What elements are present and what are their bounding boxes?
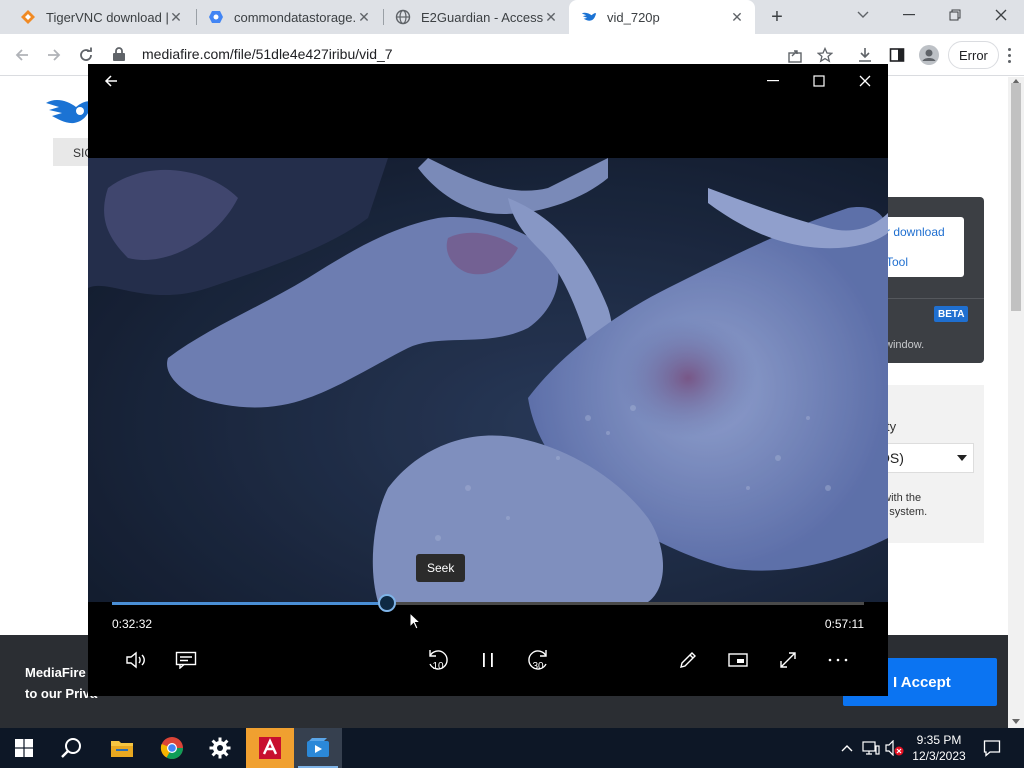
mouse-cursor-icon	[409, 611, 422, 635]
player-back-button[interactable]	[100, 70, 122, 92]
tab-title: E2Guardian - Access D	[421, 9, 543, 25]
player-close-button[interactable]	[852, 68, 878, 94]
page-scrollbar[interactable]	[1008, 77, 1024, 728]
player-maximize-button[interactable]	[806, 68, 832, 94]
tigervnc-icon	[20, 9, 36, 25]
video-frame[interactable]	[88, 158, 888, 602]
tab-e2guardian[interactable]: E2Guardian - Access D ✕	[383, 0, 569, 34]
screen: TigerVNC download | ✕ commondatastorage.…	[0, 0, 1024, 768]
chevron-down-icon	[957, 455, 967, 461]
download-link[interactable]: r download	[886, 225, 945, 239]
windows-taskbar: 9:35 PM 12/3/2023	[0, 728, 1024, 768]
back-button[interactable]	[8, 41, 36, 69]
settings-gear-icon[interactable]	[196, 728, 244, 768]
more-options-icon[interactable]	[822, 644, 854, 676]
skip-forward-30-icon[interactable]: 30	[522, 644, 554, 676]
clock-time: 9:35 PM	[916, 733, 962, 747]
mediafire-icon	[581, 9, 597, 25]
network-icon[interactable]	[860, 728, 882, 768]
tab-search-icon[interactable]	[840, 0, 886, 30]
restore-window-button[interactable]	[932, 0, 978, 30]
media-player-window: Seek 0:32:32 0:57:11 10 30	[88, 64, 888, 696]
taskbar-clock[interactable]: 9:35 PM 12/3/2023	[904, 732, 974, 764]
edit-pencil-icon[interactable]	[672, 644, 704, 676]
skip-back-10-icon[interactable]: 10	[422, 644, 454, 676]
skip-forward-label: 30	[532, 661, 544, 672]
close-tab-icon[interactable]: ✕	[543, 9, 559, 25]
globe-icon	[395, 9, 411, 25]
mini-view-icon[interactable]	[722, 644, 754, 676]
subtitles-icon[interactable]	[170, 644, 202, 676]
browser-tab-strip: TigerVNC download | ✕ commondatastorage.…	[0, 0, 1024, 34]
tab-commondatastorage[interactable]: commondatastorage.g ✕	[196, 0, 382, 34]
tab-tigervnc[interactable]: TigerVNC download | ✕	[8, 0, 194, 34]
start-windows-icon[interactable]	[0, 728, 48, 768]
chrome-icon[interactable]	[148, 728, 196, 768]
cookie-line1: MediaFire	[25, 665, 86, 680]
minimize-window-button[interactable]	[886, 0, 932, 30]
tool-link[interactable]: Tool	[886, 255, 908, 269]
close-tab-icon[interactable]: ✕	[168, 9, 184, 25]
tab-title: TigerVNC download |	[46, 9, 168, 25]
file-explorer-icon[interactable]	[98, 728, 146, 768]
seek-bar[interactable]	[112, 594, 864, 612]
beta-badge: BETA	[934, 306, 969, 322]
google-cloud-icon	[208, 9, 224, 25]
notifications-icon[interactable]	[980, 728, 1004, 768]
tab-title: vid_720p	[607, 9, 660, 25]
browser-menu-icon[interactable]	[1000, 43, 1018, 67]
fullscreen-icon[interactable]	[772, 644, 804, 676]
cookie-line2[interactable]: to our Priva	[25, 683, 97, 704]
new-tab-button[interactable]: +	[764, 5, 790, 29]
profile-avatar-icon[interactable]	[916, 42, 942, 68]
lock-icon	[112, 46, 128, 62]
seek-tooltip: Seek	[416, 554, 466, 582]
close-tab-icon[interactable]: ✕	[356, 9, 372, 25]
show-hidden-icons-chevron-icon[interactable]	[838, 728, 856, 768]
volume-icon[interactable]	[120, 644, 152, 676]
seek-bar-thumb[interactable]	[378, 594, 397, 612]
search-icon[interactable]	[48, 728, 96, 768]
scroll-down-arrow-icon[interactable]	[1012, 719, 1020, 724]
player-controls: 0:32:32 0:57:11 10 30	[88, 594, 888, 696]
close-window-button[interactable]	[978, 0, 1024, 30]
skip-back-label: 10	[432, 661, 444, 672]
player-title-bar	[88, 64, 888, 98]
forward-button[interactable]	[40, 41, 68, 69]
current-time: 0:32:32	[112, 617, 153, 631]
player-minimize-button[interactable]	[760, 68, 786, 94]
mediafire-logo	[44, 97, 94, 125]
close-tab-icon[interactable]: ✕	[729, 9, 745, 25]
seek-bar-progress	[112, 602, 388, 605]
os-select[interactable]: OS)	[874, 443, 974, 473]
total-duration: 0:57:11	[824, 617, 864, 631]
error-button[interactable]: Error	[948, 41, 999, 69]
avira-antivirus-icon[interactable]	[246, 728, 294, 768]
tab-title: commondatastorage.g	[234, 9, 356, 25]
scrollbar-thumb[interactable]	[1011, 83, 1021, 311]
clock-date: 12/3/2023	[912, 749, 966, 763]
address-text: mediafire.com/file/51dle4e427iribu/vid_7	[142, 46, 393, 62]
volume-muted-icon[interactable]	[884, 728, 906, 768]
video-frame-image	[88, 158, 888, 602]
media-player-taskbar-icon[interactable]	[294, 728, 342, 768]
pause-icon[interactable]	[472, 644, 504, 676]
tab-vid-720p[interactable]: vid_720p ✕	[569, 0, 755, 34]
cookie-text: MediaFire to our Priva	[25, 662, 97, 704]
